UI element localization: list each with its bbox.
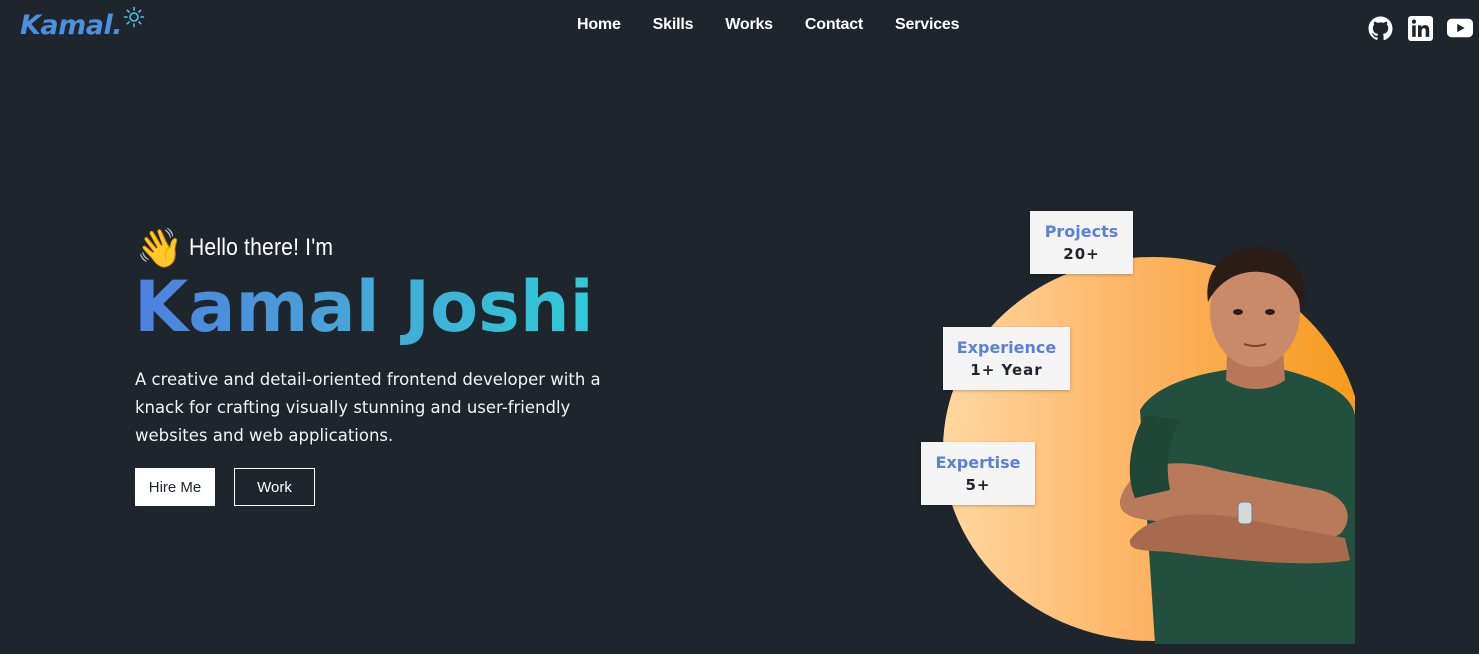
logo-text: Kamal.	[20, 10, 123, 41]
social-links	[1367, 15, 1473, 41]
nav-services[interactable]: Services	[895, 16, 959, 34]
sun-icon	[123, 6, 145, 32]
hero-name: Kamal Joshi	[134, 266, 594, 348]
stat-label: Projects	[1044, 222, 1119, 241]
main-nav: Home Skills Works Contact Services	[577, 16, 959, 34]
page: Kamal. Home Skills Works Contact Service…	[0, 0, 1479, 654]
youtube-icon[interactable]	[1447, 15, 1473, 41]
hero-description: A creative and detail-oriented frontend …	[135, 370, 601, 445]
github-icon[interactable]	[1367, 15, 1393, 41]
nav-works[interactable]: Works	[725, 16, 773, 34]
stat-card-experience: Experience 1+ Year	[943, 327, 1070, 390]
linkedin-icon[interactable]	[1407, 15, 1433, 41]
stat-value: 20+	[1063, 245, 1100, 263]
stat-value: 1+ Year	[970, 361, 1043, 379]
waving-hand-icon: 👋	[136, 226, 184, 270]
stat-card-expertise: Expertise 5+	[921, 442, 1035, 505]
nav-contact[interactable]: Contact	[805, 16, 863, 34]
greeting: 👋 Hello there! I'm	[136, 226, 353, 270]
stat-value: 5+	[965, 476, 991, 494]
stat-label: Experience	[956, 338, 1057, 357]
stat-label: Expertise	[935, 453, 1021, 472]
nav-skills[interactable]: Skills	[653, 16, 694, 34]
greeting-text: Hello there! I'm	[189, 234, 334, 261]
avatar-illustration	[1110, 240, 1355, 648]
work-button[interactable]: Work	[234, 468, 315, 506]
stat-card-projects: Projects 20+	[1030, 211, 1133, 274]
nav-home[interactable]: Home	[577, 16, 621, 34]
hire-me-button[interactable]: Hire Me	[135, 468, 215, 506]
logo[interactable]: Kamal.	[20, 6, 145, 41]
